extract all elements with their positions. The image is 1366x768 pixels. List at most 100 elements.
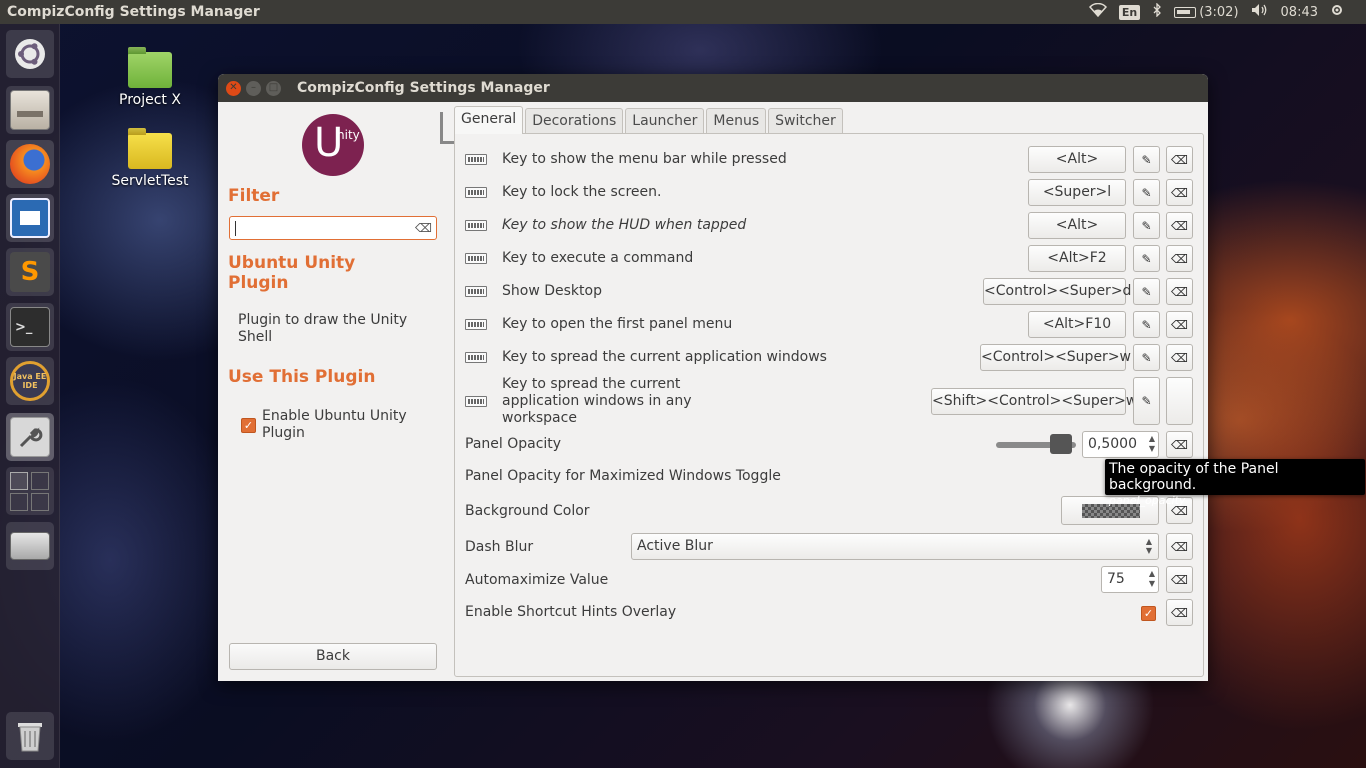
shortcut-button[interactable]: <Alt> [1028, 212, 1126, 239]
shortcut-hints-checkbox[interactable]: ✓ [1141, 606, 1156, 621]
dash-blur-select[interactable]: Active Blur ▲ ▼ [631, 533, 1159, 560]
active-app-title: CompizConfig Settings Manager [7, 4, 260, 20]
shortcut-button[interactable]: <Alt>F2 [1028, 245, 1126, 272]
reset-icon[interactable]: ⌫ [1166, 311, 1193, 338]
panel-opacity-spinbox[interactable]: 0,5000 ▲ ▼ [1082, 431, 1159, 458]
battery-icon [1174, 6, 1197, 18]
tab-switcher[interactable]: Switcher [768, 108, 843, 134]
clear-icon[interactable]: ⌫ [415, 221, 432, 235]
edit-pencil-icon[interactable]: ✎ [1133, 278, 1160, 305]
automaximize-spinbox[interactable]: 75 ▲ ▼ [1101, 566, 1159, 593]
chevron-updown-icon: ▲ ▼ [1145, 537, 1152, 555]
shortcut-button[interactable]: <Shift><Control><Super>w [931, 388, 1137, 415]
sublime-text-icon[interactable]: S [6, 248, 54, 296]
edit-pencil-icon[interactable]: ✎ [1133, 245, 1160, 272]
keyboard-icon [465, 220, 487, 231]
shortcut-button[interactable]: <Alt>F10 [1028, 311, 1126, 338]
desktop-icon-label: Project X [119, 92, 181, 108]
launcher: S >_ Java EE IDE [0, 24, 60, 768]
java-ee-glyph: Java EE IDE [10, 361, 50, 401]
drive-icon[interactable] [6, 522, 54, 570]
firefox-icon[interactable] [6, 140, 54, 188]
filter-heading: Filter [228, 186, 280, 206]
close-button[interactable]: ✕ [226, 80, 241, 96]
volume-icon[interactable] [1251, 3, 1269, 21]
automaximize-label: Automaximize Value [465, 572, 609, 588]
files-icon[interactable] [6, 86, 54, 134]
setting-label: Key to show the menu bar while pressed [502, 151, 787, 167]
plugin-heading: Ubuntu Unity Plugin [228, 253, 356, 293]
reset-icon[interactable] [1166, 377, 1193, 425]
background-color-label: Background Color [465, 503, 590, 519]
tab-decorations[interactable]: Decorations [525, 108, 624, 134]
reset-icon[interactable]: ⌫ [1166, 245, 1193, 272]
edit-pencil-icon[interactable]: ✎ [1133, 212, 1160, 239]
workspace-switcher-icon[interactable] [6, 467, 54, 515]
setting-label: Show Desktop [502, 283, 602, 299]
reset-icon[interactable]: ⌫ [1166, 431, 1193, 458]
back-button[interactable]: Back [229, 643, 437, 670]
reset-icon[interactable]: ⌫ [1166, 599, 1193, 626]
tooltip: The opacity of the Panel background. pan… [1105, 459, 1365, 507]
edit-pencil-icon[interactable]: ✎ [1133, 179, 1160, 206]
session-gear-icon[interactable] [1330, 3, 1344, 21]
maximize-button[interactable]: □ [266, 80, 281, 96]
slider-knob[interactable] [1050, 434, 1072, 454]
libreoffice-impress-icon[interactable] [6, 194, 54, 242]
edit-pencil-icon[interactable]: ✎ [1133, 377, 1160, 425]
edit-pencil-icon[interactable]: ✎ [1133, 344, 1160, 371]
bluetooth-icon[interactable] [1152, 2, 1162, 21]
panel-opacity-label: Panel Opacity [465, 436, 562, 452]
enable-plugin-label: Enable Ubuntu Unity Plugin [262, 408, 407, 441]
spin-arrows-icon[interactable]: ▲ ▼ [1149, 434, 1155, 454]
shortcut-button[interactable]: <Control><Super>d [983, 278, 1131, 305]
reset-icon[interactable]: ⌫ [1166, 146, 1193, 173]
keyboard-icon [465, 286, 487, 297]
shortcut-button[interactable]: <Control><Super>w [980, 344, 1131, 371]
tooltip-text: The opacity of the Panel background. [1109, 461, 1279, 493]
trash-icon[interactable] [6, 712, 54, 760]
unity-logo-icon: U nity [302, 114, 364, 176]
reset-icon[interactable]: ⌫ [1166, 566, 1193, 593]
keyboard-layout-indicator[interactable]: En [1118, 4, 1141, 20]
setting-label: Key to spread the current application wi… [502, 349, 827, 365]
enable-plugin-checkbox[interactable]: ✓ [241, 418, 256, 433]
desktop-folder-servlettest[interactable]: ServletTest [105, 133, 195, 189]
minimize-button[interactable]: – [246, 80, 261, 96]
tab-general[interactable]: General [454, 106, 524, 134]
clock[interactable]: 08:43 [1281, 5, 1318, 20]
settings-manager-icon[interactable] [6, 413, 54, 461]
setting-label: Key to spread the current application wi… [502, 376, 692, 426]
ubuntu-dash-icon[interactable] [6, 30, 54, 78]
reset-icon[interactable]: ⌫ [1166, 212, 1193, 239]
edit-pencil-icon[interactable]: ✎ [1133, 311, 1160, 338]
spin-value: 0,5000 [1088, 436, 1137, 452]
reset-icon[interactable]: ⌫ [1166, 344, 1193, 371]
tab-menus[interactable]: Menus [706, 108, 767, 134]
tooltip-key: panel_opacity [1109, 494, 1186, 507]
terminal-icon[interactable]: >_ [6, 303, 54, 351]
edit-pencil-icon[interactable]: ✎ [1133, 146, 1160, 173]
folder-icon [128, 52, 172, 88]
spin-arrows-icon[interactable]: ▲ ▼ [1149, 569, 1155, 589]
filter-input[interactable]: ⌫ [229, 216, 437, 240]
general-settings-panel: Key to show the menu bar while pressed <… [454, 133, 1204, 677]
setting-label: Key to execute a command [502, 250, 694, 266]
tab-focus-indicator [440, 112, 454, 144]
keyboard-icon [465, 187, 487, 198]
sidebar: U nity Filter ⌫ Ubuntu Unity Plugin Plug… [218, 102, 446, 681]
wifi-icon[interactable] [1088, 2, 1107, 21]
keyboard-icon [465, 154, 487, 165]
shortcut-button[interactable]: <Alt> [1028, 146, 1126, 173]
window-titlebar[interactable]: ✕ – □ CompizConfig Settings Manager [218, 74, 1208, 102]
reset-icon[interactable]: ⌫ [1166, 533, 1193, 560]
tab-launcher[interactable]: Launcher [625, 108, 705, 134]
java-ee-ide-icon[interactable]: Java EE IDE [6, 357, 54, 405]
dash-blur-label: Dash Blur [465, 539, 534, 555]
reset-icon[interactable]: ⌫ [1166, 278, 1193, 305]
battery-indicator[interactable]: (3:02) [1174, 5, 1239, 20]
desktop-folder-project-x[interactable]: Project X [105, 52, 195, 108]
shortcut-button[interactable]: <Super>l [1028, 179, 1126, 206]
plugin-description: Plugin to draw the Unity Shell [238, 312, 408, 345]
reset-icon[interactable]: ⌫ [1166, 179, 1193, 206]
